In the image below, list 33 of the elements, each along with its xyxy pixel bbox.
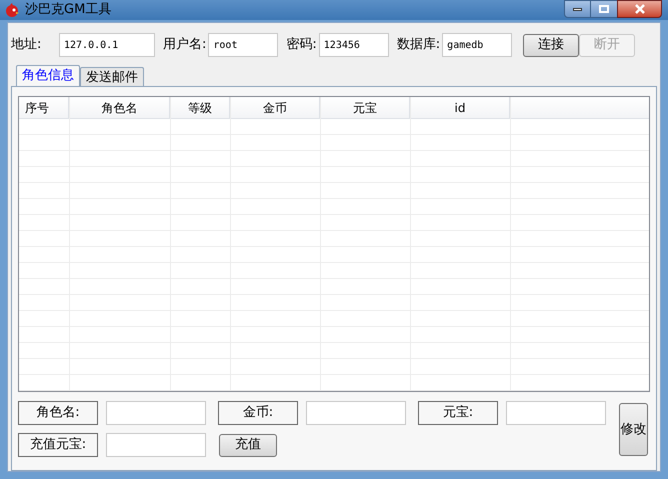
field-label: 充值元宝: [18, 433, 98, 457]
text-field[interactable]: 127.0.0.1 [59, 33, 155, 57]
column-header[interactable]: 元宝 [321, 97, 410, 119]
text-field[interactable]: root [208, 33, 278, 57]
button[interactable]: 充值 [219, 434, 277, 456]
text-field[interactable] [506, 401, 606, 425]
field-label: 数据库: [396, 36, 440, 54]
tab[interactable]: 角色信息 [16, 65, 80, 86]
field-label: 地址: [11, 36, 42, 54]
field-label: 密码: [286, 36, 317, 54]
column-header[interactable]: 等级 [171, 97, 230, 119]
text-field[interactable] [306, 401, 406, 425]
field-label: 金币: [218, 401, 298, 425]
field-label: 用户名: [163, 36, 206, 54]
field-label: 元宝: [418, 401, 498, 425]
minimize-button[interactable] [564, 0, 591, 18]
maximize-button[interactable] [591, 0, 617, 18]
window-title: 沙巴克GM工具 [25, 1, 112, 20]
field-label: 角色名: [18, 401, 98, 425]
close-icon [634, 4, 644, 14]
text-field[interactable]: gamedb [442, 33, 512, 57]
bird-icon [4, 2, 20, 18]
text-field[interactable] [106, 401, 206, 425]
column-header[interactable]: 角色名 [70, 97, 170, 119]
column-header[interactable]: 序号 [19, 97, 69, 119]
button[interactable]: 连接 [523, 34, 580, 56]
button[interactable]: 修改 [619, 403, 648, 456]
column-header[interactable]: 金币 [231, 97, 320, 119]
tab[interactable]: 发送邮件 [80, 67, 144, 86]
text-field[interactable]: 123456 [318, 33, 389, 57]
text-field[interactable] [106, 433, 206, 457]
close-button[interactable] [617, 0, 662, 18]
column-header[interactable]: id [411, 97, 510, 119]
